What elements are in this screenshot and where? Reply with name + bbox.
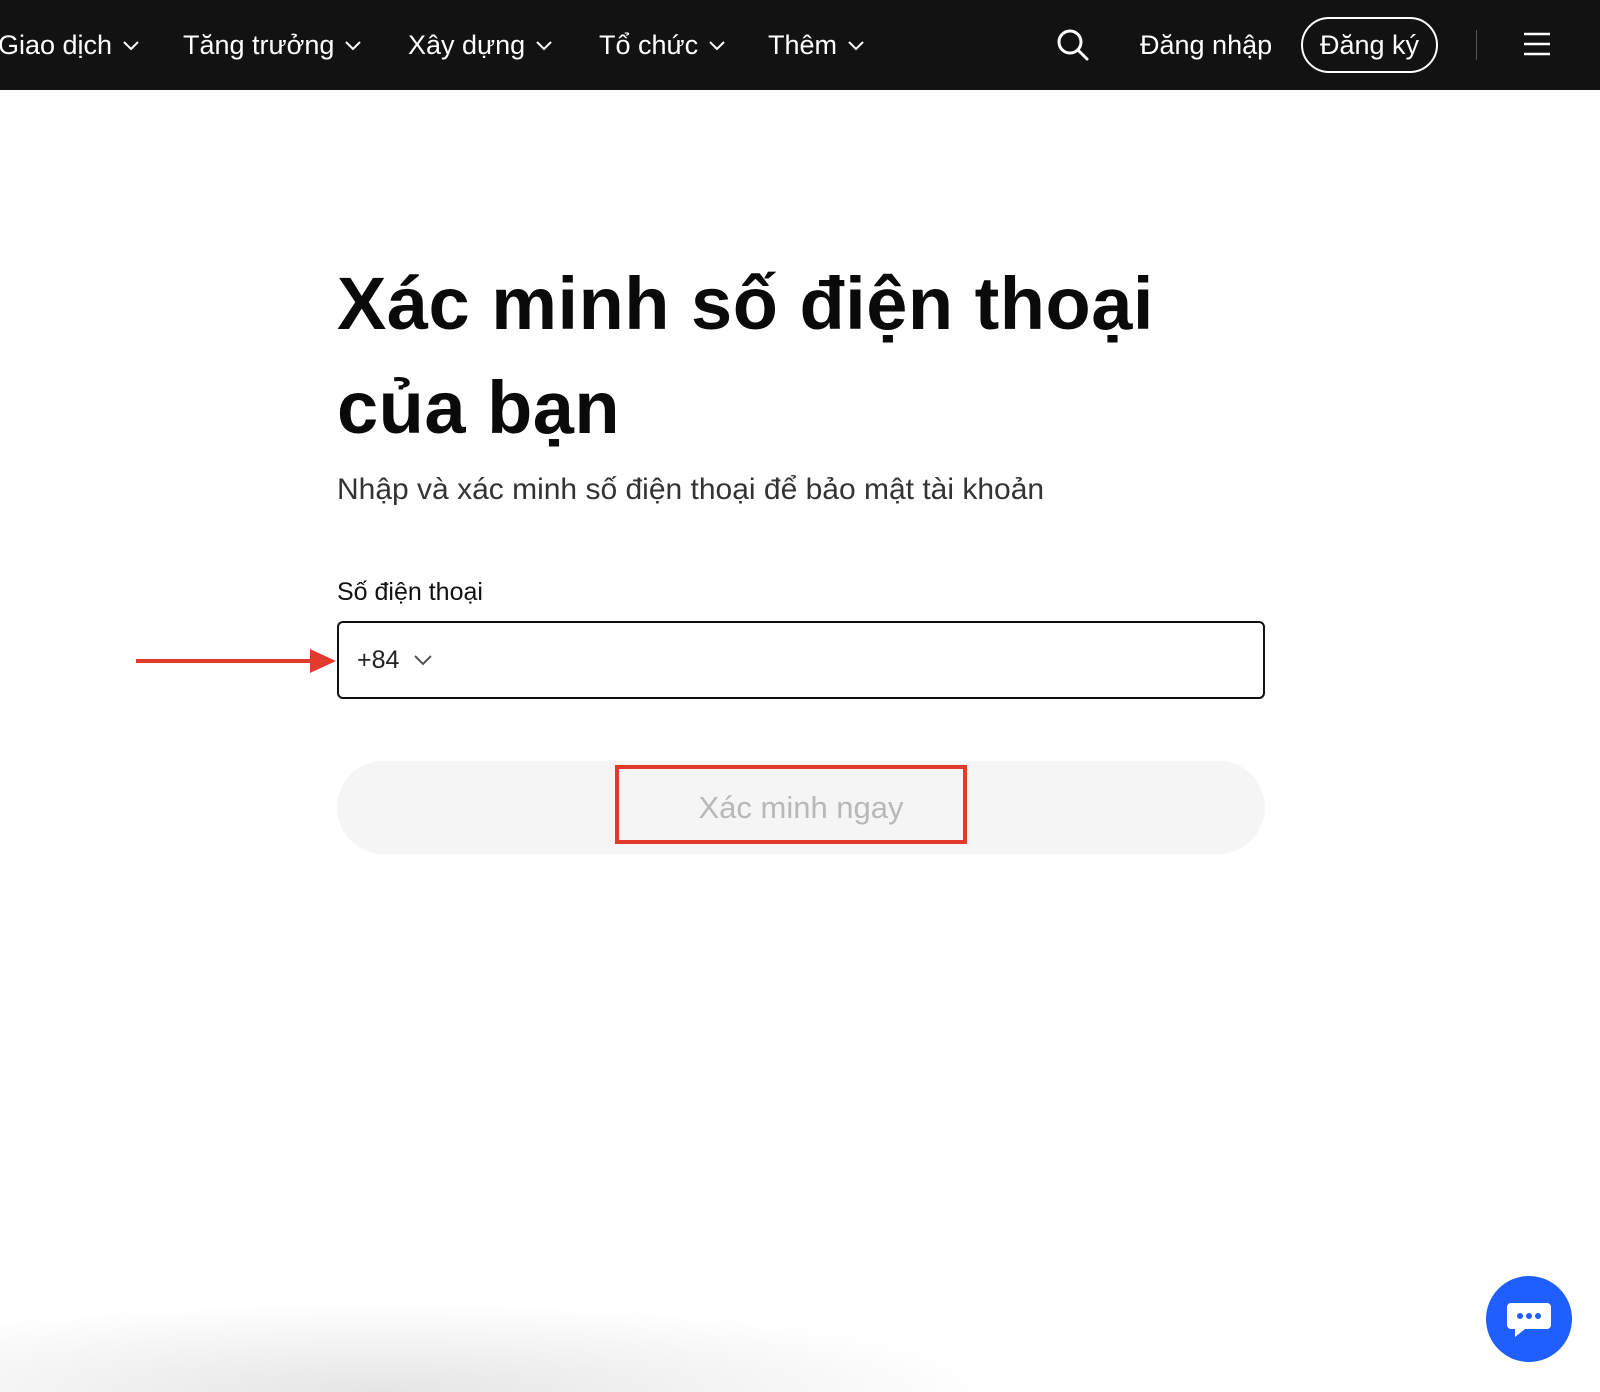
arrow-right-icon — [136, 649, 336, 673]
bottom-shadow — [0, 1300, 1600, 1392]
chevron-down-icon — [345, 41, 362, 51]
nav-divider — [1476, 30, 1477, 60]
chevron-down-icon — [709, 41, 725, 51]
nav-item-tang-truong[interactable]: Tăng trưởng — [183, 0, 362, 90]
nav-item-label: Giao dịch — [0, 29, 113, 60]
page-title: Xác minh số điện thoại của bạn — [337, 262, 1154, 449]
chevron-down-icon — [536, 41, 552, 51]
top-navigation-bar: Giao dịch Tăng trưởng Xây dựng Tổ chức T… — [0, 0, 1600, 90]
verify-now-button[interactable]: Xác minh ngay — [337, 761, 1265, 854]
nav-item-label: Tổ chức — [599, 29, 699, 60]
page-subtitle: Nhập và xác minh số điện thoại để bảo mậ… — [337, 473, 1045, 506]
country-code-value: +84 — [357, 645, 400, 674]
nav-item-them[interactable]: Thêm — [768, 0, 865, 90]
phone-field-label: Số điện thoại — [337, 578, 483, 606]
phone-number-input[interactable] — [453, 630, 1263, 690]
hamburger-menu-icon[interactable] — [1522, 29, 1552, 59]
nav-item-to-chuc[interactable]: Tổ chức — [599, 0, 726, 90]
nav-item-label: Xây dựng — [408, 29, 526, 60]
chat-button[interactable] — [1486, 1276, 1572, 1362]
nav-item-label: Thêm — [768, 29, 838, 60]
nav-item-label: Tăng trưởng — [183, 29, 335, 60]
country-code-select[interactable]: +84 — [357, 646, 433, 675]
login-link[interactable]: Đăng nhập — [1140, 0, 1272, 90]
nav-item-xay-dung[interactable]: Xây dựng — [408, 0, 553, 90]
signup-button[interactable]: Đăng ký — [1301, 17, 1438, 73]
chevron-down-icon — [123, 41, 139, 51]
chevron-down-icon — [848, 41, 864, 51]
chevron-down-icon — [414, 655, 433, 666]
search-icon[interactable] — [1054, 26, 1092, 64]
signup-button-label: Đăng ký — [1319, 29, 1420, 60]
verify-now-label: Xác minh ngay — [698, 789, 904, 825]
phone-field[interactable]: +84 — [337, 621, 1265, 699]
chat-bubble-icon — [1507, 1303, 1551, 1337]
nav-item-giao-dich[interactable]: Giao dịch — [0, 0, 140, 90]
